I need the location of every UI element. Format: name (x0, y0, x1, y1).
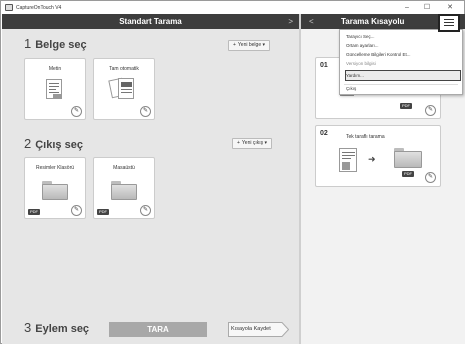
hamburger-menu-icon[interactable] (438, 14, 460, 32)
minimize-button[interactable]: – (399, 1, 415, 14)
plus-icon: + (237, 140, 240, 146)
new-output-label: Yeni çıkış (241, 140, 264, 146)
chevron-left-icon[interactable]: < (309, 14, 314, 29)
main-menu-dropdown: Tarayıcı Seç... Ortam ayarları... Güncel… (339, 29, 463, 95)
menu-item-version-info[interactable]: Versiyon bilgisi (346, 61, 376, 66)
menu-item-select-scanner[interactable]: Tarayıcı Seç... (346, 34, 375, 39)
caret-down-icon: ▾ (262, 42, 265, 48)
pencil-icon[interactable]: ✎ (140, 106, 151, 117)
scan-shortcut-title: Tarama Kısayolu (341, 17, 405, 26)
new-output-button[interactable]: + Yeni çıkış ▾ (232, 138, 273, 149)
shortcut-number: 01 (320, 62, 328, 69)
shortcut-number: 02 (320, 130, 328, 137)
pencil-icon[interactable]: ✎ (425, 172, 436, 183)
menu-item-exit[interactable]: Çıkış (346, 86, 356, 91)
menu-item-check-updates[interactable]: Güncelleme Bilgileri Kontrol Et... (346, 52, 411, 57)
scan-button[interactable]: TARA (109, 322, 207, 337)
standard-scan-panel: Standart Tarama > 1 Belge seç + Yeni belge… (2, 14, 299, 344)
chevron-right-icon[interactable]: > (288, 14, 293, 29)
card-label: Metin (48, 66, 62, 72)
pencil-icon[interactable]: ✎ (71, 205, 82, 216)
caret-down-icon: ▾ (264, 140, 268, 146)
document-card-auto[interactable]: Tam otomatik ✎ (93, 58, 155, 120)
card-label: Masaüstü (113, 165, 135, 171)
pdf-badge: PDF (400, 103, 412, 109)
pdf-badge: PDF (97, 209, 109, 215)
section-select-document: 1 Belge seç (24, 36, 87, 51)
standard-scan-header: Standart Tarama > (2, 14, 299, 29)
save-shortcut-label: Kısayola Kaydet (231, 326, 271, 332)
section-title: Eylem seç (35, 323, 90, 335)
standard-scan-title: Standart Tarama (119, 17, 182, 26)
action-bar: 3 Eylem seç TARA Kısayola Kaydet (2, 316, 299, 344)
single-sided-document-icon (339, 148, 357, 172)
menu-item-environment-settings[interactable]: Ortam ayarları... (346, 43, 379, 48)
folder-icon (42, 181, 68, 200)
section-number: 3 (24, 320, 32, 335)
section-select-output: 2 Çıkış seç (24, 136, 83, 151)
document-card-text[interactable]: Metin ✎ (24, 58, 86, 120)
shortcut-card-02[interactable]: 02 Tek taraflı tarama ➜ PDF ✎ (315, 125, 441, 187)
new-document-label: Yeni belge (237, 42, 262, 48)
section-number: 2 (24, 136, 32, 151)
pdf-badge: PDF (28, 209, 40, 215)
shortcut-title: Tek taraflı tarama (346, 134, 385, 140)
pdf-badge: PDF (402, 171, 414, 177)
app-icon (5, 4, 13, 11)
plus-icon: + (233, 42, 236, 48)
section-number: 1 (24, 36, 32, 51)
output-card-desktop[interactable]: Masaüstü PDF ✎ (93, 157, 155, 219)
title-bar: CaptureOnTouch V4 (1, 1, 464, 14)
section-title: Çıkış seç (35, 139, 83, 151)
pencil-icon[interactable]: ✎ (425, 105, 436, 116)
output-card-pictures-folder[interactable]: Resimler Klasörü PDF ✎ (24, 157, 86, 219)
app-window: CaptureOnTouch V4 – ☐ ✕ Standart Tarama … (0, 0, 465, 344)
menu-separator (344, 84, 458, 85)
section-select-action: 3 Eylem seç (24, 320, 89, 335)
folder-icon (394, 148, 422, 168)
card-label: Resimler Klasörü (35, 165, 75, 171)
card-label: Tam otomatik (109, 66, 139, 72)
pencil-icon[interactable]: ✎ (71, 106, 82, 117)
text-document-icon (46, 79, 62, 99)
save-shortcut-button[interactable]: Kısayola Kaydet (228, 322, 289, 337)
new-document-button[interactable]: + Yeni belge ▾ (228, 40, 270, 51)
close-button[interactable]: ✕ (442, 1, 458, 14)
window-title: CaptureOnTouch V4 (16, 4, 62, 11)
menu-item-help[interactable]: Yardım... (346, 73, 364, 78)
auto-document-icon (118, 78, 134, 99)
section-title: Belge seç (35, 39, 87, 51)
pencil-icon[interactable]: ✎ (140, 205, 151, 216)
arrow-right-icon: ➜ (368, 154, 376, 164)
folder-icon (111, 181, 137, 200)
maximize-button[interactable]: ☐ (419, 1, 435, 14)
